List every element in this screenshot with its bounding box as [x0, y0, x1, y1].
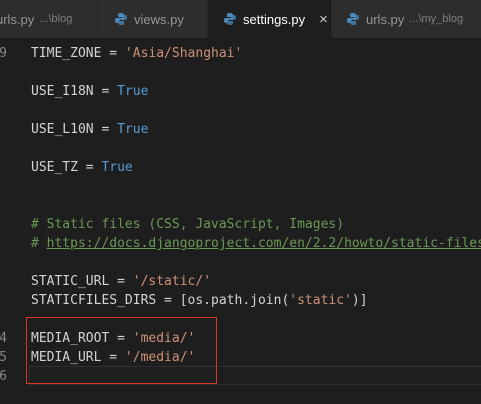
- tab-description: ...\blog: [39, 13, 73, 25]
- line-number: 5: [0, 350, 7, 365]
- line-number: 9: [0, 46, 7, 61]
- code-token: )]: [351, 293, 368, 308]
- close-icon[interactable]: ×: [319, 11, 328, 28]
- line-code: USE_I18N = True: [31, 82, 148, 101]
- tab-label: settings.py: [243, 11, 306, 27]
- code-line: USE_L10N = True: [0, 120, 481, 139]
- line-code: STATIC_URL = '/static/': [31, 272, 211, 291]
- code-line: USE_TZ = True: [0, 158, 481, 177]
- line-code: TIME_ZONE = 'Asia/Shanghai': [31, 44, 242, 63]
- python-file-icon: [114, 12, 128, 26]
- code-token: 'Asia/Shanghai': [124, 46, 243, 61]
- line-code: STATICFILES_DIRS = [os.path.join('static…: [31, 291, 368, 310]
- python-file-icon: [346, 12, 360, 26]
- code-token: STATIC_URL =: [31, 274, 133, 289]
- code-token: USE_I18N =: [31, 84, 118, 99]
- code-line: USE_I18N = True: [0, 82, 481, 101]
- code-line: STATIC_URL = '/static/': [0, 272, 481, 291]
- line-code: USE_TZ = True: [31, 158, 133, 177]
- tab-urls-my-blog[interactable]: urls.py ...\my_blog: [332, 0, 481, 38]
- line-code: # https://docs.djangoproject.com/en/2.2/…: [31, 234, 481, 253]
- tab-settings[interactable]: settings.py ×: [208, 0, 332, 38]
- line-number: 6: [0, 369, 7, 384]
- line-code: # Static files (CSS, JavaScript, Images): [31, 215, 344, 234]
- code-token: USE_TZ =: [31, 160, 102, 175]
- annotation-box: [26, 317, 217, 384]
- code-line: STATICFILES_DIRS = [os.path.join('static…: [0, 291, 481, 310]
- code-token: STATICFILES_DIRS = [os.path.join(: [31, 293, 290, 308]
- code-editor[interactable]: 9 TIME_ZONE = 'Asia/Shanghai' USE_I18N = T…: [0, 38, 481, 404]
- code-token: USE_L10N =: [31, 122, 118, 137]
- tab-label: urls.py: [366, 11, 405, 27]
- code-line: # Static files (CSS, JavaScript, Images): [0, 215, 481, 234]
- code-token: True: [117, 84, 149, 99]
- tab-urls-blog[interactable]: urls.py ...\blog: [0, 0, 98, 38]
- tab-label: views.py: [134, 11, 184, 27]
- code-line: 9 TIME_ZONE = 'Asia/Shanghai': [0, 44, 481, 63]
- code-token: # Static files (CSS, JavaScript, Images): [31, 217, 345, 232]
- code-token: True: [117, 122, 149, 137]
- code-token: #: [31, 236, 47, 251]
- line-code: USE_L10N = True: [31, 120, 148, 139]
- code-token: TIME_ZONE =: [31, 46, 125, 61]
- code-token: 'static': [289, 293, 352, 308]
- code-line: # https://docs.djangoproject.com/en/2.2/…: [0, 234, 481, 253]
- code-token: '/static/': [132, 274, 212, 289]
- tab-description: ...\my_blog: [409, 13, 464, 25]
- tab-bar: urls.py ...\blog views.py settings.py ×: [0, 0, 481, 38]
- code-token: True: [101, 160, 133, 175]
- line-number: 4: [0, 331, 7, 346]
- tab-views[interactable]: views.py: [98, 0, 208, 38]
- tab-label: urls.py: [0, 11, 35, 27]
- code-token: https://docs.djangoproject.com/en/2.2/ho…: [46, 236, 481, 251]
- python-file-icon: [223, 12, 237, 26]
